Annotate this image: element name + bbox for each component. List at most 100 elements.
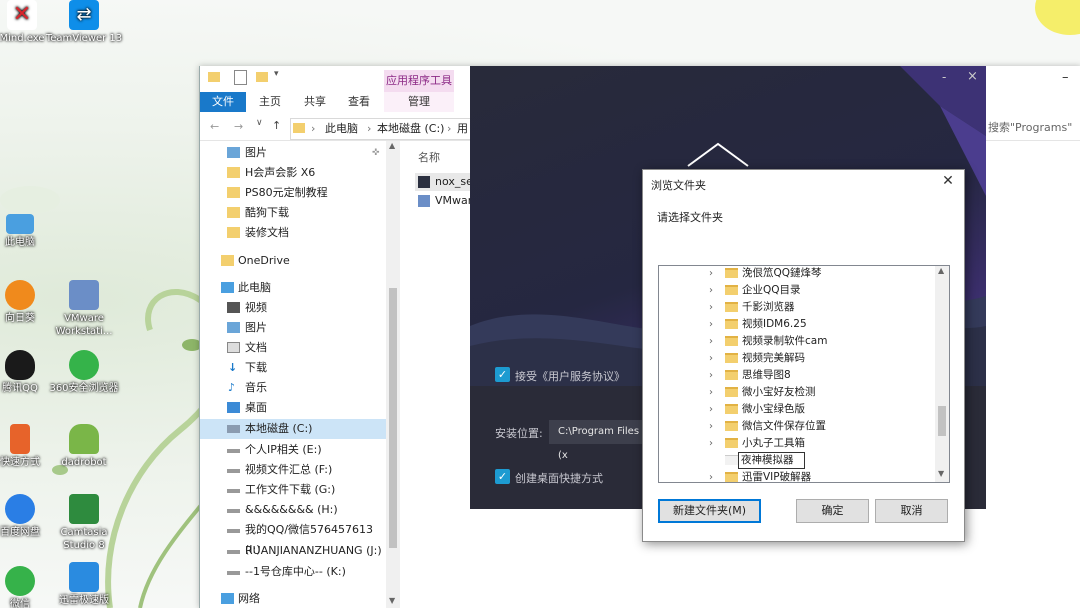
back-arrow-icon[interactable]: ← [210, 120, 219, 133]
tree-item[interactable]: › 视频录制软件cam [659, 333, 935, 350]
desktop-icon-teamviewer[interactable]: ⇄ TeamViewer 13 [44, 0, 124, 45]
tab-view[interactable]: 查看 [348, 92, 370, 112]
tab-manage[interactable]: 管理 [384, 92, 454, 112]
chevron-right-icon[interactable]: › [709, 384, 713, 401]
up-arrow-icon[interactable]: ↑ [272, 119, 281, 132]
pin-icon[interactable]: ✜ [372, 143, 380, 163]
properties-icon[interactable] [234, 70, 247, 85]
agree-label[interactable]: 接受《用户服务协议》 [515, 368, 625, 384]
nav-item-network[interactable]: 网络 [200, 589, 386, 608]
file-item[interactable]: nox_set [415, 173, 477, 191]
scroll-down-icon[interactable]: ▼ [389, 596, 395, 605]
chevron-right-icon[interactable]: › [447, 119, 451, 139]
tree-item[interactable]: › 千影浏览器 [659, 299, 935, 316]
nav-item-documents[interactable]: 文档 [200, 338, 386, 358]
nav-item-quick-folder[interactable]: 酷狗下载 [200, 203, 386, 223]
tree-item[interactable]: › 微小宝好友检测 [659, 384, 935, 401]
folder-icon[interactable] [208, 72, 220, 82]
scroll-up-icon[interactable]: ▲ [938, 266, 944, 275]
nav-item-music[interactable]: ♪ 音乐 [200, 378, 386, 398]
tree-item[interactable]: › 视频IDM6.25 [659, 316, 935, 333]
shortcut-label[interactable]: 创建桌面快捷方式 [515, 470, 603, 486]
tab-file[interactable]: 文件 [200, 92, 246, 112]
nav-item-pictures[interactable]: 图片 [200, 318, 386, 338]
browse-folder-dialog[interactable]: 浏览文件夹 ✕ 请选择文件夹 › 浼佷笟QQ鏈烽棽 › 企业QQ目录 › 千影浏览器 … [642, 169, 965, 542]
desktop-icon-robot[interactable]: dadrobot [44, 424, 124, 469]
desktop-icon-vmware[interactable]: VMware Workstati... [44, 280, 124, 338]
minimize-icon[interactable]: – [1062, 70, 1069, 85]
chevron-right-icon[interactable]: › [709, 418, 713, 435]
nav-item-downloads[interactable]: ↓ 下载 [200, 358, 386, 378]
nav-item-drive-j[interactable]: RUANJIANANZHUANG (J:) [200, 541, 386, 561]
install-path-input[interactable]: C:\Program Files (x [549, 420, 649, 461]
chevron-right-icon[interactable]: › [311, 119, 315, 139]
tree-item[interactable]: › 微信文件保存位置 [659, 418, 935, 435]
chevron-right-icon[interactable]: › [709, 367, 713, 384]
nav-item-pictures-quick[interactable]: 图片 ✜ [200, 143, 386, 163]
shortcut-checkbox[interactable]: ✓ [495, 469, 510, 484]
chevron-right-icon[interactable]: › [709, 316, 713, 333]
tree-item-new[interactable]: 夜神模拟器 [659, 452, 935, 469]
forward-arrow-icon[interactable]: → [234, 120, 243, 133]
nav-item-onedrive[interactable]: OneDrive [200, 251, 386, 271]
scroll-thumb[interactable] [389, 288, 397, 548]
nav-item-drive-i[interactable]: 我的QQ/微信576457613 (I:) [200, 520, 386, 556]
minimize-button[interactable]: - [942, 70, 946, 84]
breadcrumb-folder[interactable]: 用 [457, 119, 468, 139]
tab-share[interactable]: 共享 [304, 92, 326, 112]
chevron-right-icon[interactable]: › [709, 299, 713, 316]
nav-item-desktop[interactable]: 桌面 [200, 398, 386, 418]
nav-item-drive-c[interactable]: 本地磁盘 (C:) [200, 419, 386, 439]
chevron-right-icon[interactable]: › [709, 401, 713, 418]
tree-item[interactable]: › 小丸子工具箱 [659, 435, 935, 452]
chevron-down-icon[interactable]: ∨ [256, 118, 263, 128]
tree-item[interactable]: › 视频完美解码 [659, 350, 935, 367]
chevron-right-icon[interactable]: › [709, 333, 713, 350]
tab-home[interactable]: 主页 [259, 92, 281, 112]
chevron-down-icon[interactable]: ▾ [274, 69, 279, 79]
tree-item[interactable]: › 浼佷笟QQ鏈烽棽 [659, 266, 935, 282]
close-icon[interactable]: ✕ [939, 173, 957, 189]
nav-item-videos[interactable]: 视频 [200, 298, 386, 318]
folder-tree[interactable]: › 浼佷笟QQ鏈烽棽 › 企业QQ目录 › 千影浏览器 › 视频IDM6.25 › 视频录… [658, 265, 950, 483]
nav-item-drive-g[interactable]: 工作文件下载 (G:) [200, 480, 386, 500]
nav-item-quick-folder[interactable]: PS80元定制教程 [200, 183, 386, 203]
new-folder-icon[interactable] [256, 72, 268, 82]
nav-item-drive-h[interactable]: &&&&&&&& (H:) [200, 500, 386, 520]
tree-item[interactable]: › 微小宝绿色版 [659, 401, 935, 418]
desktop-icon-thunder[interactable]: 迅雷极速版 [44, 562, 124, 607]
desktop-icon-camtasia[interactable]: Camtasia Studio 8 [44, 494, 124, 552]
nav-item-drive-f[interactable]: 视频文件汇总 (F:) [200, 460, 386, 480]
address-bar[interactable]: › 此电脑 › 本地磁盘 (C:) › 用 [290, 118, 472, 140]
cancel-button[interactable]: 取消 [875, 499, 948, 523]
nav-item-drive-k[interactable]: --1号仓库中心-- (K:) [200, 562, 386, 582]
chevron-right-icon[interactable]: › [709, 282, 713, 299]
scroll-up-icon[interactable]: ▲ [389, 141, 395, 150]
ok-button[interactable]: 确定 [796, 499, 869, 523]
file-item[interactable]: VMware [415, 192, 479, 210]
nav-item-quick-folder[interactable]: 装修文档 [200, 223, 386, 243]
scroll-thumb[interactable] [938, 406, 946, 436]
column-header-name[interactable]: 名称 [418, 149, 440, 165]
agree-checkbox[interactable]: ✓ [495, 367, 510, 382]
chevron-right-icon[interactable]: › [709, 266, 713, 282]
folder-name-edit[interactable]: 夜神模拟器 [738, 452, 805, 469]
chevron-right-icon[interactable]: › [367, 119, 371, 139]
chevron-right-icon[interactable]: › [709, 350, 713, 367]
desktop-icon-360browser[interactable]: 360安全浏览器 [44, 350, 124, 395]
chevron-right-icon[interactable]: › [709, 435, 713, 452]
desktop-icon-thispc[interactable]: 此电脑 [0, 210, 60, 249]
tree-item[interactable]: › 企业QQ目录 [659, 282, 935, 299]
nav-item-quick-folder[interactable]: H会声会影 X6 [200, 163, 386, 183]
nav-scrollbar[interactable]: ▲ ▼ [386, 141, 400, 608]
breadcrumb-thispc[interactable]: 此电脑 [325, 119, 358, 139]
tree-item[interactable]: › 迅雷VIP破解器 [659, 469, 935, 482]
close-button[interactable]: × [967, 69, 978, 84]
nav-item-thispc[interactable]: 此电脑 [200, 278, 386, 298]
search-box[interactable]: 搜索"Programs" [988, 118, 1080, 138]
tree-item[interactable]: › 思维导图8 [659, 367, 935, 384]
tree-scrollbar[interactable]: ▲ ▼ [935, 266, 949, 482]
chevron-right-icon[interactable]: › [709, 469, 713, 482]
scroll-down-icon[interactable]: ▼ [938, 469, 944, 478]
nav-item-drive-e[interactable]: 个人IP相关 (E:) [200, 440, 386, 460]
